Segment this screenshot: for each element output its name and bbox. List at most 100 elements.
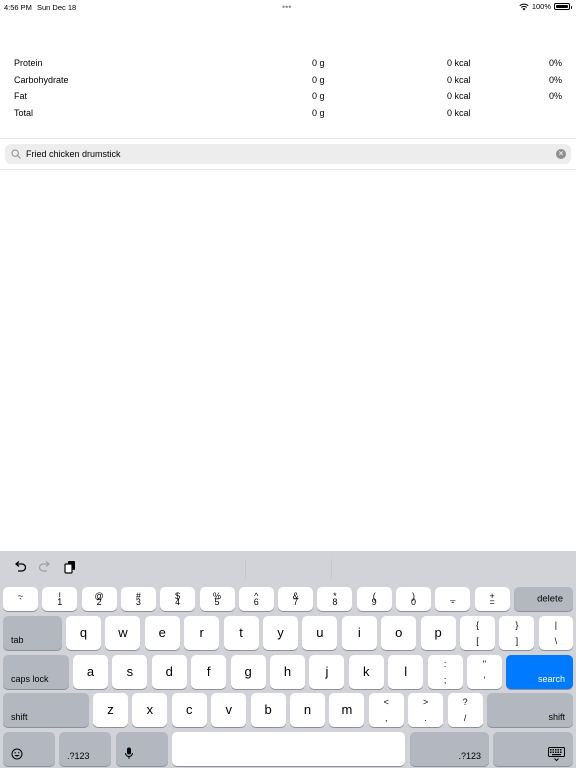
- key-s[interactable]: s: [112, 655, 148, 689]
- key-d[interactable]: d: [151, 655, 187, 689]
- right-shift-key[interactable]: shift: [487, 693, 573, 727]
- clear-circle-icon[interactable]: ×: [556, 149, 566, 159]
- search-key[interactable]: search: [506, 655, 573, 689]
- key-'[interactable]: " ': [467, 655, 502, 689]
- key-[[interactable]: {[: [460, 616, 495, 650]
- search-bar[interactable]: ×: [5, 144, 571, 164]
- key-symbol: 4: [175, 597, 181, 607]
- key-k[interactable]: k: [348, 655, 384, 689]
- delete-key[interactable]: delete: [513, 587, 573, 611]
- key-letter: o: [395, 624, 403, 640]
- key-j[interactable]: j: [309, 655, 345, 689]
- key-symbol: 0: [410, 597, 416, 607]
- key-l[interactable]: l: [388, 655, 424, 689]
- key-b[interactable]: b: [250, 693, 286, 727]
- key-1[interactable]: ! 1: [42, 587, 78, 611]
- emoji-key[interactable]: [3, 732, 55, 766]
- key-shift-symbol: ?: [462, 697, 468, 707]
- numbers-key[interactable]: .?123: [59, 732, 111, 766]
- space-key[interactable]: [172, 732, 405, 766]
- key-5[interactable]: % 5: [199, 587, 235, 611]
- key-symbol: /: [463, 713, 467, 723]
- key-3[interactable]: #3: [120, 587, 156, 611]
- key-=[interactable]: + =: [474, 587, 510, 611]
- key-symbol: 7: [293, 597, 299, 607]
- key-symbol: 9: [371, 597, 377, 607]
- key-letter: x: [146, 701, 154, 717]
- key-letter: d: [165, 663, 173, 679]
- paste-icon[interactable]: [63, 560, 77, 574]
- key-letter: w: [118, 624, 128, 640]
- key-2[interactable]: @2: [81, 587, 117, 611]
- key-][interactable]: }]: [499, 616, 535, 650]
- key-r[interactable]: r: [184, 616, 220, 650]
- key-\[interactable]: | \: [538, 616, 573, 650]
- shift-label: shift: [11, 712, 28, 722]
- key-symbol: .: [424, 713, 427, 723]
- key-e[interactable]: e: [144, 616, 180, 650]
- key-7[interactable]: & 7: [278, 587, 314, 611]
- magnifying-glass-icon: [11, 149, 21, 159]
- numbers-label: .?123: [458, 751, 481, 761]
- left-shift-key[interactable]: shift: [3, 693, 89, 727]
- delete-label: delete: [537, 593, 563, 605]
- key-.[interactable]: >.: [408, 693, 444, 727]
- key-p[interactable]: p: [420, 616, 456, 650]
- nutrient-percent: 0%: [548, 74, 562, 85]
- key-/[interactable]: ? /: [447, 693, 483, 727]
- key-0[interactable]: ) 0: [396, 587, 431, 611]
- search-input[interactable]: [26, 145, 556, 163]
- undo-icon[interactable]: [13, 560, 27, 574]
- dictation-key[interactable]: [116, 732, 168, 766]
- key-8[interactable]: * 8: [317, 587, 353, 611]
- key-letter: y: [277, 624, 284, 640]
- key-symbol: =: [489, 597, 495, 607]
- numbers-key-right[interactable]: .?123: [410, 732, 489, 766]
- key-z[interactable]: z: [93, 693, 128, 727]
- key-q[interactable]: q: [66, 616, 101, 650]
- dismiss-keyboard-key[interactable]: [493, 732, 573, 766]
- key-symbol: ,: [385, 713, 388, 723]
- key-symbol: [: [476, 636, 479, 646]
- key-o[interactable]: o: [381, 616, 417, 650]
- key-`[interactable]: ~ `: [3, 587, 38, 611]
- multitask-indicator[interactable]: •••: [282, 2, 291, 12]
- key-9[interactable]: (9: [356, 587, 392, 611]
- key-,[interactable]: <,: [368, 693, 404, 727]
- key-shift-symbol: |: [554, 620, 558, 630]
- key-f[interactable]: f: [191, 655, 227, 689]
- key-v[interactable]: v: [211, 693, 247, 727]
- key-g[interactable]: g: [230, 655, 266, 689]
- key-letter: r: [199, 624, 204, 640]
- key-x[interactable]: x: [132, 693, 168, 727]
- caps-lock-key[interactable]: caps lock: [3, 655, 69, 689]
- key-letter: t: [239, 624, 243, 640]
- key-a[interactable]: a: [73, 655, 108, 689]
- key-y[interactable]: y: [263, 616, 298, 650]
- key-n[interactable]: n: [290, 693, 325, 727]
- key-symbol: \: [554, 636, 558, 646]
- tab-key[interactable]: tab: [3, 616, 62, 650]
- key-letter: g: [244, 663, 252, 679]
- key-m[interactable]: m: [329, 693, 365, 727]
- key-6[interactable]: ^ 6: [238, 587, 274, 611]
- key-shift-symbol: ": [482, 659, 487, 669]
- caps-lock-label: caps lock: [11, 674, 49, 684]
- key-c[interactable]: c: [171, 693, 207, 727]
- redo-icon[interactable]: [38, 560, 52, 574]
- key-h[interactable]: h: [270, 655, 305, 689]
- key-4[interactable]: $4: [160, 587, 196, 611]
- key-t[interactable]: t: [223, 616, 259, 650]
- key-u[interactable]: u: [302, 616, 338, 650]
- key-i[interactable]: i: [341, 616, 377, 650]
- key-w[interactable]: w: [105, 616, 141, 650]
- nutrient-grams: 0 g: [312, 91, 325, 101]
- key-letter: c: [186, 701, 193, 717]
- status-date: Sun Dec 18: [37, 3, 77, 12]
- key-;[interactable]: :;: [427, 655, 463, 689]
- microphone-icon: [125, 747, 133, 759]
- key-letter: i: [357, 624, 361, 640]
- key--[interactable]: _ -: [435, 587, 471, 611]
- key-symbol: 8: [332, 597, 338, 607]
- key-letter: u: [316, 624, 324, 640]
